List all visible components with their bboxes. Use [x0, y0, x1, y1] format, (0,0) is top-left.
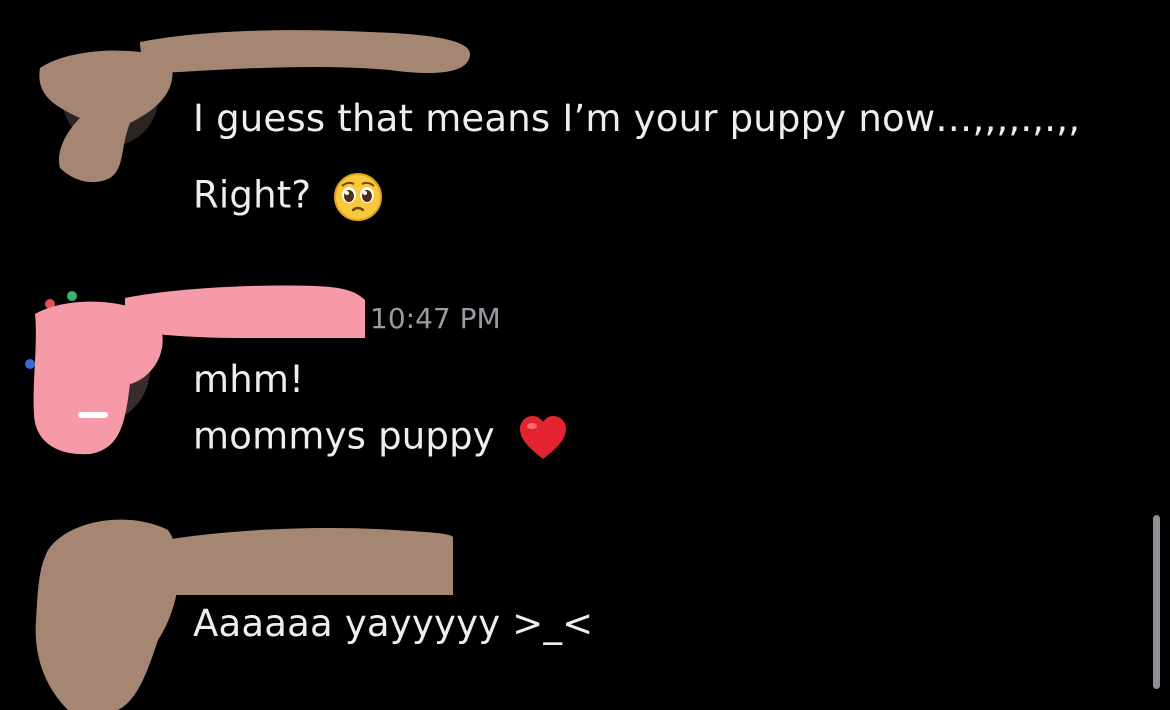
- message-1-line-2-text: Right?: [193, 173, 312, 217]
- redacted-username-1[interactable]: [140, 22, 470, 82]
- scrollbar[interactable]: [1153, 515, 1160, 689]
- redacted-username-2[interactable]: [125, 280, 365, 340]
- message-3-line-1-text: Aaaaaa yayyyyy >_<: [193, 602, 594, 645]
- message-2-line-2: mommys puppy: [193, 413, 569, 463]
- message-1-line-1-text: I guess that means I’m your puppy now…,,…: [193, 97, 1081, 140]
- message-1-line-2: Right?: [193, 172, 383, 222]
- pleading-face-icon: [334, 173, 383, 221]
- message-group-1: I guess that means I’m your puppy now…,,…: [0, 0, 1170, 250]
- red-heart-icon: [519, 416, 566, 459]
- message-2-line-1: mhm!: [193, 358, 304, 402]
- message-group-2: 10:47 PM mhm! mommys puppy: [0, 250, 1170, 490]
- message-2-timestamp: 10:47 PM: [370, 302, 501, 335]
- message-3-line-1: Aaaaaa yayyyyy >_<: [193, 602, 593, 646]
- message-1-line-1: I guess that means I’m your puppy now…,,…: [193, 97, 1080, 141]
- redacted-username-3[interactable]: [165, 515, 455, 595]
- message-group-3: Aaaaaa yayyyyy >_<: [0, 490, 1170, 710]
- message-2-line-2-text: mommys puppy: [193, 414, 495, 458]
- message-2-line-1-text: mhm!: [193, 358, 305, 401]
